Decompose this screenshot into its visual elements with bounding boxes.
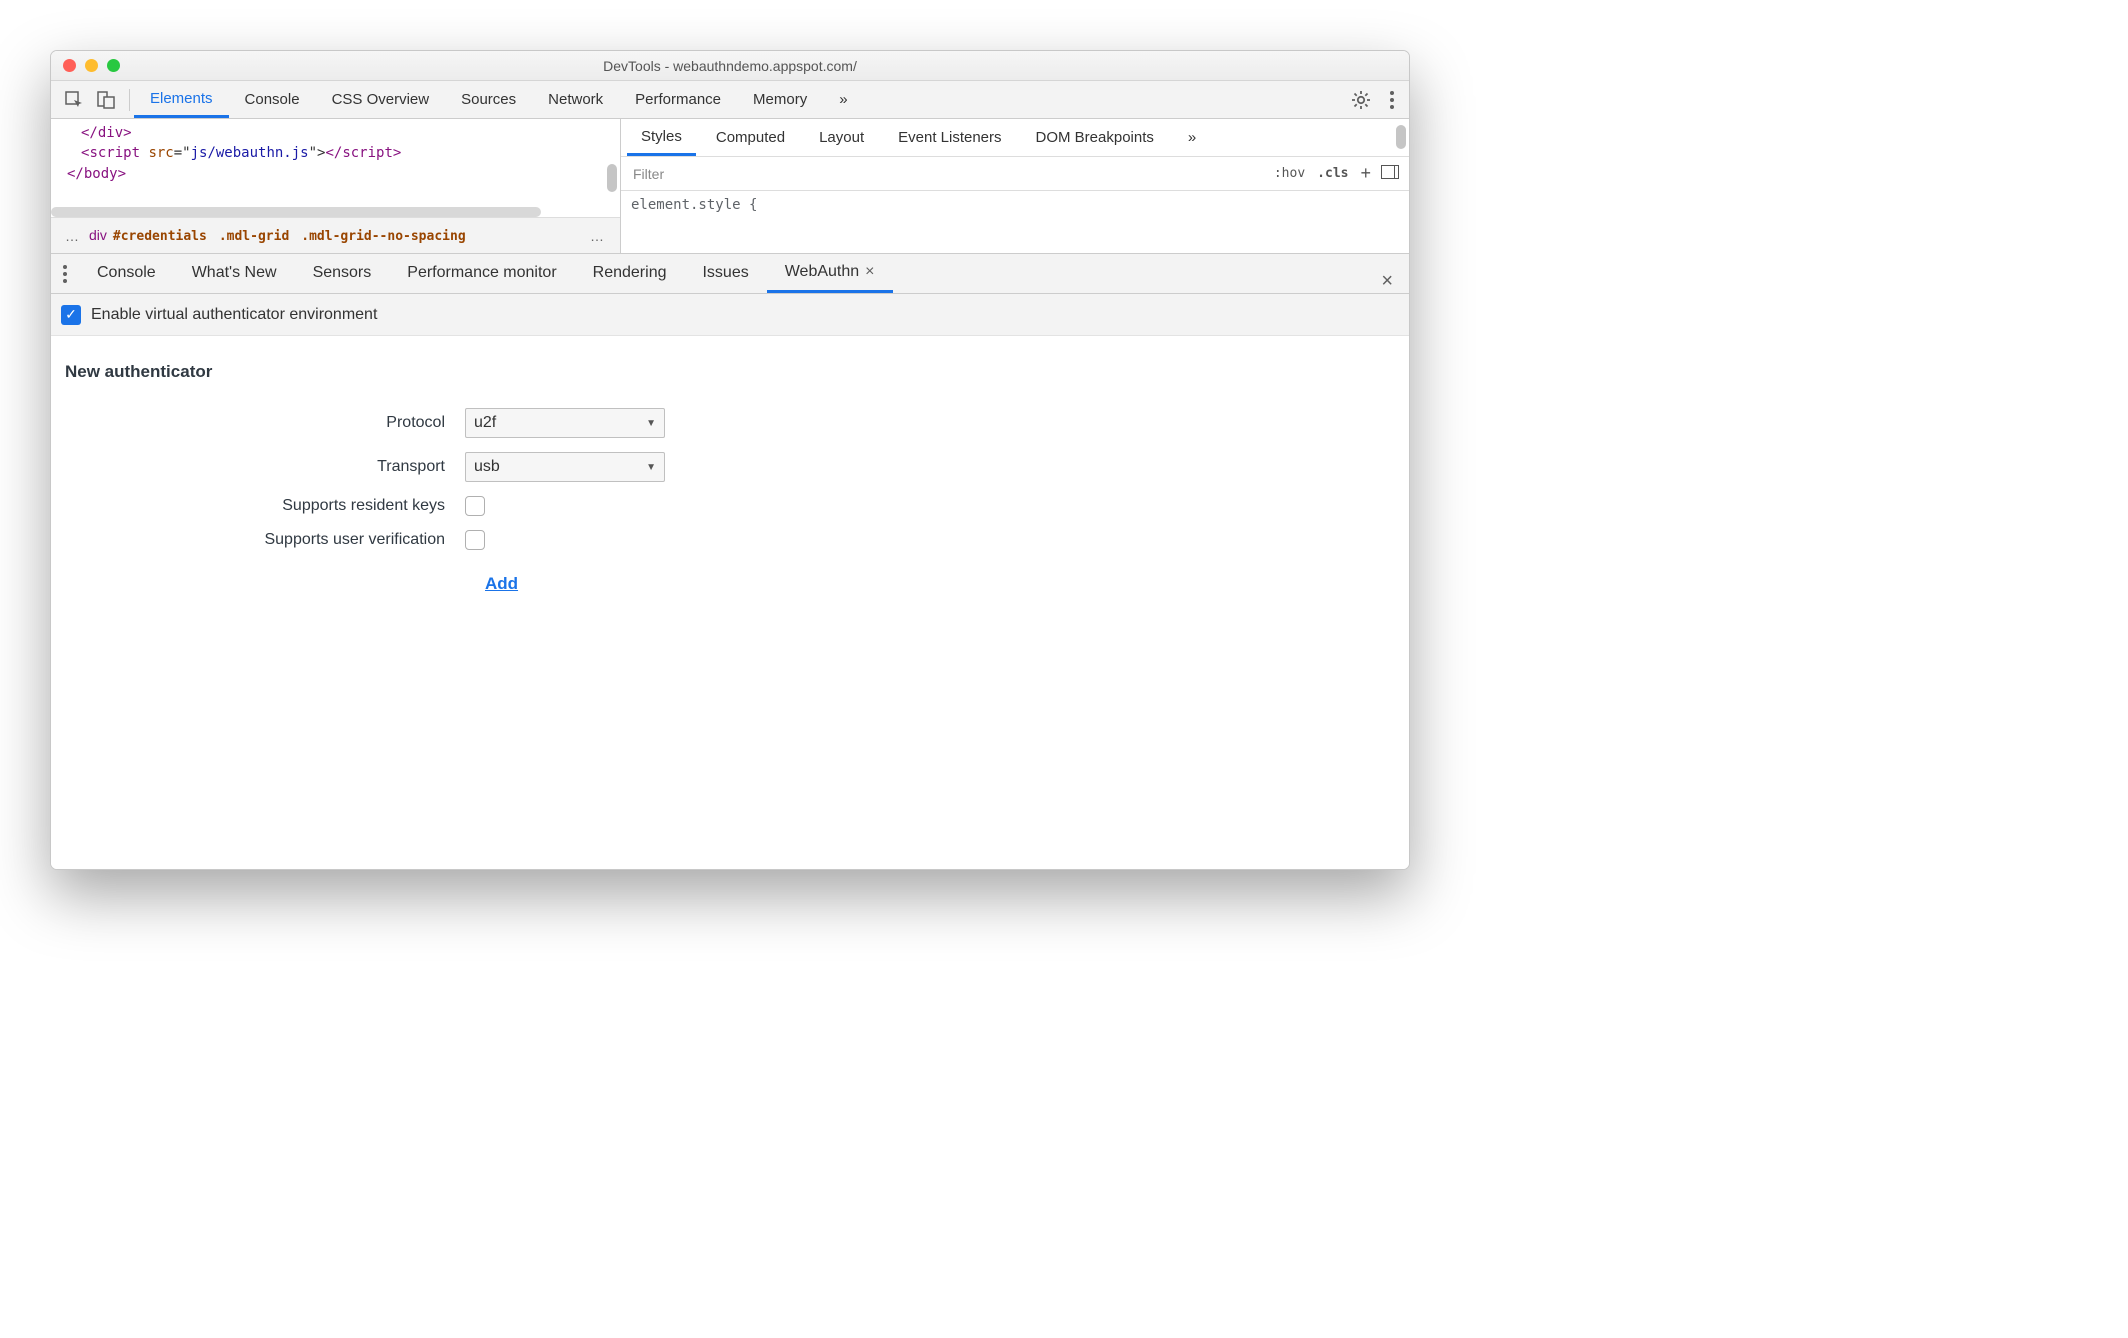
tab-performance[interactable]: Performance xyxy=(619,82,737,118)
tab-console[interactable]: Console xyxy=(229,82,316,118)
dom-tree-panel: </div> <script src="js/webauthn.js"></sc… xyxy=(51,119,621,253)
minimize-window-button[interactable] xyxy=(85,59,98,72)
tab-computed[interactable]: Computed xyxy=(702,121,799,156)
tab-css-overview[interactable]: CSS Overview xyxy=(316,82,446,118)
close-window-button[interactable] xyxy=(63,59,76,72)
main-tabbar: Elements Console CSS Overview Sources Ne… xyxy=(134,81,1337,118)
transport-select[interactable]: usb▼ xyxy=(465,452,665,482)
main-toolbar: Elements Console CSS Overview Sources Ne… xyxy=(51,81,1409,119)
add-button[interactable]: Add xyxy=(485,574,518,593)
enable-virtual-env-checkbox[interactable]: ✓ xyxy=(61,305,81,325)
horizontal-scrollbar[interactable] xyxy=(51,207,541,217)
zoom-window-button[interactable] xyxy=(107,59,120,72)
vertical-scrollbar[interactable] xyxy=(607,164,617,192)
new-style-rule-icon[interactable]: + xyxy=(1354,163,1377,184)
caret-down-icon: ▼ xyxy=(646,418,656,429)
drawer-tabs: Console What's New Sensors Performance m… xyxy=(51,254,1409,294)
tab-overflow[interactable]: » xyxy=(823,82,863,118)
toolbar-right xyxy=(1337,90,1409,110)
elements-split: </div> <script src="js/webauthn.js"></sc… xyxy=(51,119,1409,254)
transport-label: Transport xyxy=(65,458,465,476)
drawer-menu-icon[interactable] xyxy=(51,254,79,293)
drawer-tab-perfmon[interactable]: Performance monitor xyxy=(389,255,574,293)
enable-virtual-env-row: ✓ Enable virtual authenticator environme… xyxy=(51,294,1409,336)
drawer-tab-issues[interactable]: Issues xyxy=(684,255,766,293)
styles-filter-bar: :hov .cls + xyxy=(621,157,1409,191)
tab-dom-breakpoints[interactable]: DOM Breakpoints xyxy=(1022,121,1168,156)
close-tab-icon[interactable]: × xyxy=(865,263,874,281)
dom-source[interactable]: </div> <script src="js/webauthn.js"></sc… xyxy=(51,119,620,217)
cls-toggle[interactable]: .cls xyxy=(1311,166,1354,181)
drawer-tab-webauthn[interactable]: WebAuthn × xyxy=(767,254,893,293)
drawer-tab-rendering[interactable]: Rendering xyxy=(575,255,685,293)
devtools-window: DevTools - webauthndemo.appspot.com/ Ele… xyxy=(50,50,1410,870)
styles-panel: Styles Computed Layout Event Listeners D… xyxy=(621,119,1409,253)
styles-scrollbar[interactable] xyxy=(1396,125,1406,149)
device-toggle-icon[interactable] xyxy=(97,91,115,109)
style-rules[interactable]: element.style { xyxy=(621,191,1409,253)
gear-icon[interactable] xyxy=(1351,90,1371,110)
protocol-label: Protocol xyxy=(65,414,465,432)
breadcrumb-overflow-right[interactable]: … xyxy=(582,228,614,244)
kebab-menu-icon[interactable] xyxy=(1389,90,1395,110)
drawer-tab-whatsnew[interactable]: What's New xyxy=(174,255,295,293)
tab-elements[interactable]: Elements xyxy=(134,81,229,118)
drawer-tab-sensors[interactable]: Sensors xyxy=(295,255,390,293)
window-title: DevTools - webauthndemo.appspot.com/ xyxy=(51,58,1409,74)
toolbar-icons xyxy=(51,91,129,109)
titlebar: DevTools - webauthndemo.appspot.com/ xyxy=(51,51,1409,81)
resident-keys-checkbox[interactable] xyxy=(465,496,485,516)
new-authenticator-form: Protocol u2f▼ Transport usb▼ Supports re… xyxy=(65,408,1395,594)
resident-keys-label: Supports resident keys xyxy=(65,497,465,515)
enable-virtual-env-label: Enable virtual authenticator environment xyxy=(91,306,377,324)
new-authenticator-heading: New authenticator xyxy=(65,362,1395,382)
user-verification-checkbox[interactable] xyxy=(465,530,485,550)
close-drawer-icon[interactable]: × xyxy=(1365,270,1409,293)
user-verification-label: Supports user verification xyxy=(65,531,465,549)
caret-down-icon: ▼ xyxy=(646,462,656,473)
protocol-select[interactable]: u2f▼ xyxy=(465,408,665,438)
breadcrumb[interactable]: … div#credentials.mdl-grid.mdl-grid--no-… xyxy=(51,217,620,253)
styles-tabs: Styles Computed Layout Event Listeners D… xyxy=(621,119,1409,157)
hov-toggle[interactable]: :hov xyxy=(1268,166,1311,181)
tab-styles[interactable]: Styles xyxy=(627,120,696,156)
tab-sources[interactable]: Sources xyxy=(445,82,532,118)
toggle-sidebar-icon[interactable] xyxy=(1377,165,1403,182)
tab-network[interactable]: Network xyxy=(532,82,619,118)
tab-layout[interactable]: Layout xyxy=(805,121,878,156)
styles-filter-input[interactable] xyxy=(627,161,1268,187)
webauthn-panel: New authenticator Protocol u2f▼ Transpor… xyxy=(51,336,1409,869)
tab-event-listeners[interactable]: Event Listeners xyxy=(884,121,1015,156)
tab-memory[interactable]: Memory xyxy=(737,82,823,118)
tab-styles-overflow[interactable]: » xyxy=(1174,121,1210,156)
inspect-element-icon[interactable] xyxy=(65,91,83,109)
traffic-lights xyxy=(51,59,120,72)
breadcrumb-overflow-left[interactable]: … xyxy=(57,228,89,244)
breadcrumb-node[interactable]: div#credentials.mdl-grid.mdl-grid--no-sp… xyxy=(89,227,472,244)
drawer-tab-console[interactable]: Console xyxy=(79,255,174,293)
